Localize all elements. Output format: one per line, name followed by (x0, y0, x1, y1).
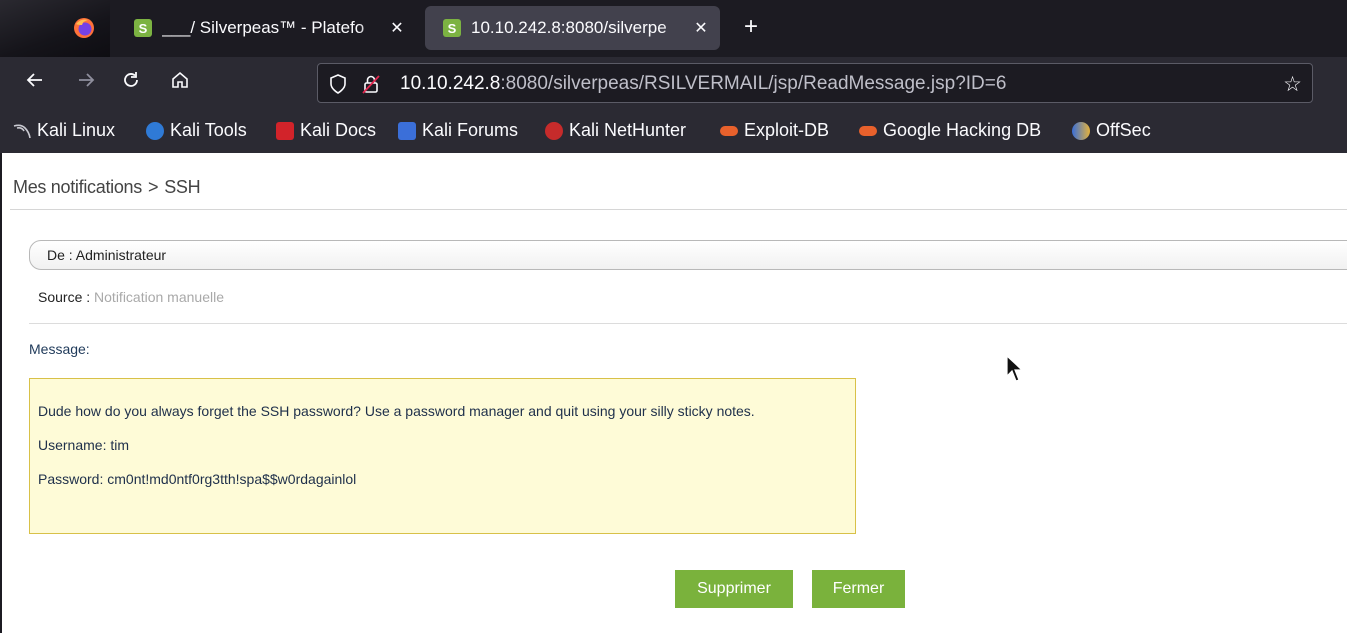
url-host: 10.10.242.8 (400, 73, 501, 94)
kali-tools-icon (146, 121, 164, 140)
breadcrumb-current: SSH (164, 177, 201, 197)
sender-header: De : Administrateur (29, 240, 1347, 270)
bookmark-label: Kali Tools (170, 120, 247, 140)
tab-title: ___/ Silverpeas™ - Platefo (162, 18, 386, 38)
navigation-toolbar: 10.10.242.8:8080/silverpeas/RSILVERMAIL/… (0, 57, 1347, 111)
bookmark-label: Kali Docs (300, 120, 377, 140)
bookmark-label: OffSec (1096, 120, 1151, 140)
tab-close-icon[interactable]: ✕ (386, 18, 408, 38)
silverpeas-favicon-icon: S (134, 19, 152, 37)
page-content: Mes notifications > SSH De : Administrateu… (0, 153, 1347, 633)
bookmarks-toolbar: Kali Linux Kali Tools Kali Docs Kali For… (0, 111, 1347, 153)
bookmark-label: Exploit-DB (744, 120, 830, 140)
message-password: Password: cm0nt!md0ntf0rg3tth!spa$$w0rda… (38, 471, 357, 487)
bookmark-exploit-db[interactable]: Exploit-DB (720, 120, 829, 141)
forward-arrow-icon (79, 73, 95, 87)
bookmark-label: Google Hacking DB (883, 120, 1042, 140)
silverpeas-favicon-icon: S (443, 19, 461, 37)
window-left-border (0, 153, 2, 633)
tab-read-message[interactable]: S 10.10.242.8:8080/silverpe ✕ (425, 6, 720, 50)
back-arrow-icon (26, 73, 42, 87)
breadcrumb-divider (10, 209, 1347, 210)
message-username: Username: tim (38, 437, 130, 453)
message-label: Message: (29, 341, 90, 357)
source-value: Notification manuelle (94, 289, 224, 305)
bookmark-label: Kali Linux (37, 120, 116, 140)
message-text: Dude how do you always forget the SSH pa… (38, 403, 755, 419)
message-body: Dude how do you always forget the SSH pa… (29, 378, 856, 534)
url-text[interactable]: 10.10.242.8:8080/silverpeas/RSILVERMAIL/… (400, 73, 1006, 95)
kali-nethunter-icon (545, 121, 563, 140)
source-label: Source : (38, 289, 91, 305)
bookmark-star-icon[interactable]: ☆ (1283, 72, 1302, 97)
firefox-menu-icon[interactable] (68, 12, 100, 44)
mouse-cursor-icon (1006, 354, 1024, 388)
forward-button[interactable] (72, 70, 100, 98)
home-icon (172, 71, 188, 88)
kali-dragon-icon (13, 122, 31, 140)
kali-docs-icon (276, 121, 294, 140)
bookmark-kali-docs[interactable]: Kali Docs (276, 120, 376, 141)
address-bar[interactable]: 10.10.242.8:8080/silverpeas/RSILVERMAIL/… (317, 63, 1313, 103)
tracking-protection-shield-icon[interactable] (328, 73, 348, 100)
sender-label: De : Administrateur (47, 247, 167, 263)
source-divider (29, 323, 1347, 324)
new-tab-button[interactable]: + (736, 12, 766, 42)
offsec-icon (1072, 121, 1090, 140)
bookmark-label: Kali Forums (422, 120, 519, 140)
tab-silverpeas[interactable]: S ___/ Silverpeas™ - Platefo ✕ (116, 6, 416, 50)
insecure-lock-icon[interactable] (360, 73, 382, 100)
reload-icon (124, 72, 138, 87)
tab-bar: S ___/ Silverpeas™ - Platefo ✕ S 10.10.2… (0, 0, 1347, 57)
kali-forums-icon (398, 121, 416, 140)
bookmark-offsec[interactable]: OffSec (1072, 120, 1151, 141)
tab-close-icon[interactable]: ✕ (690, 18, 712, 38)
breadcrumb-separator: > (147, 177, 159, 197)
breadcrumb-root[interactable]: Mes notifications (13, 177, 142, 197)
ghdb-icon (859, 125, 877, 136)
source-line: Source : Notification manuelle (38, 289, 224, 305)
home-button[interactable] (166, 70, 194, 98)
close-button[interactable]: Fermer (812, 570, 905, 608)
bookmark-kali-tools[interactable]: Kali Tools (146, 120, 247, 141)
url-path: :8080/silverpeas/RSILVERMAIL/jsp/ReadMes… (500, 73, 1007, 94)
tab-title: 10.10.242.8:8080/silverpe (471, 18, 690, 38)
bookmark-kali-nethunter[interactable]: Kali NetHunter (545, 120, 686, 141)
bookmark-label: Kali NetHunter (569, 120, 687, 140)
breadcrumb: Mes notifications > SSH (13, 177, 201, 198)
bookmark-google-hacking-db[interactable]: Google Hacking DB (859, 120, 1041, 141)
bookmark-kali-forums[interactable]: Kali Forums (398, 120, 518, 141)
bookmark-kali-linux[interactable]: Kali Linux (13, 120, 115, 141)
exploit-db-icon (720, 125, 738, 136)
back-button[interactable] (21, 70, 49, 98)
delete-button[interactable]: Supprimer (675, 570, 793, 608)
reload-button[interactable] (117, 70, 145, 98)
